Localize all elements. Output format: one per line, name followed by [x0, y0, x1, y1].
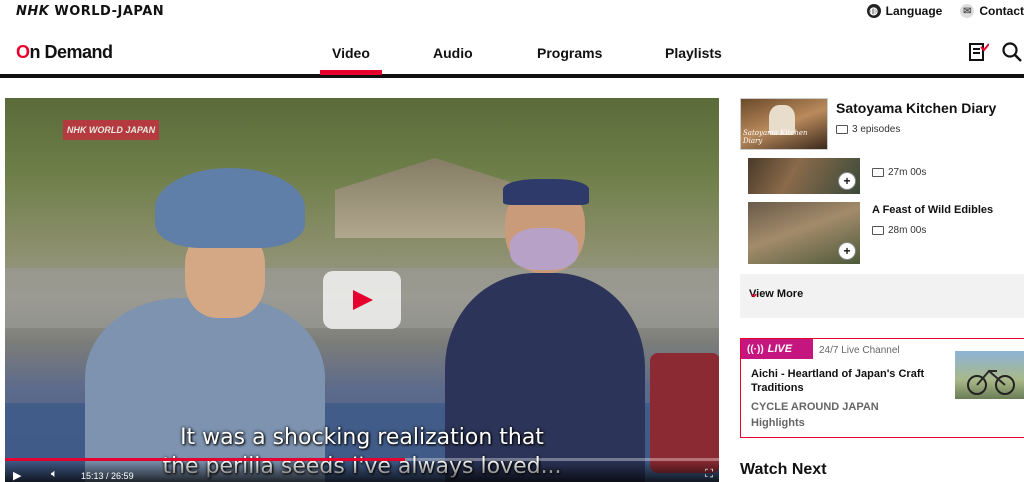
subtitle-line-1: It was a shocking realization that: [180, 425, 544, 450]
time-current: 15:13: [81, 471, 104, 481]
nav-icons: [966, 40, 1024, 64]
chevron-down-icon: ⌄: [749, 286, 760, 300]
top-links: ◍ Language ✉ Contact: [866, 4, 1024, 18]
brand-nhk: NHK: [16, 4, 50, 19]
language-label: Language: [885, 4, 943, 18]
play-icon: [353, 290, 373, 310]
contact-label: Contact: [979, 4, 1024, 18]
time-display: 15:13 / 26:59: [81, 471, 134, 481]
live-program-title: Aichi - Heartland of Japan's Craft Tradi…: [751, 368, 925, 394]
episode-2-thumbnail[interactable]: +: [748, 202, 860, 264]
series-thumbnail[interactable]: Satoyama Kitchen Diary: [740, 98, 828, 150]
view-more-button[interactable]: View More ⌄: [740, 274, 1024, 318]
time-total: 26:59: [111, 471, 134, 481]
tab-playlists[interactable]: Playlists: [665, 45, 722, 61]
episode-1-duration-text: 27m 00s: [888, 167, 927, 178]
fullscreen-icon[interactable]: ⛶: [705, 468, 713, 481]
logo-text: n Demand: [29, 42, 114, 62]
nhk-world-japan-logo[interactable]: NHK WORLD-JAPAN: [16, 4, 164, 19]
video-player[interactable]: NHK WORLD JAPAN It was a shocking realiz…: [5, 98, 719, 482]
logo-o: O: [16, 42, 30, 62]
search-icon[interactable]: [1000, 40, 1024, 64]
on-demand-logo[interactable]: On Demand: [16, 42, 113, 63]
series-thumb-caption: Satoyama Kitchen Diary: [743, 129, 808, 145]
live-channel-name: 24/7 Live Channel: [819, 345, 900, 356]
playlist-check-icon[interactable]: [966, 40, 990, 64]
tab-programs[interactable]: Programs: [537, 45, 602, 61]
top-bar: NHK WORLD-JAPAN ◍ Language ✉ Contact: [0, 0, 1024, 24]
tab-video[interactable]: Video: [320, 45, 382, 75]
episode-2-duration-text: 28m 00s: [888, 225, 927, 236]
episode-1-duration: 27m 00s: [872, 167, 926, 178]
volume-icon[interactable]: 🔈︎: [51, 468, 58, 481]
live-badge-label: LIVE: [767, 343, 793, 355]
watch-next-heading: Watch Next: [740, 461, 827, 478]
live-series-subtitle: Highlights: [751, 417, 805, 429]
video-camera-icon: [836, 125, 848, 134]
series-episode-count: 3 episodes: [836, 124, 900, 135]
episode-1-thumbnail[interactable]: +: [748, 158, 860, 194]
video-camera-icon: [872, 168, 884, 177]
video-camera-icon: [872, 226, 884, 235]
episode-2-title[interactable]: A Feast of Wild Edibles: [872, 204, 993, 216]
play-small-icon[interactable]: ▶: [13, 469, 21, 482]
live-program-series: CYCLE AROUND JAPAN Highlights: [751, 399, 879, 431]
brand-world-japan: WORLD-JAPAN: [54, 4, 165, 19]
globe-icon: ◍: [866, 4, 881, 18]
live-series-name: CYCLE AROUND JAPAN: [751, 401, 879, 413]
broadcast-icon: ((·)): [747, 343, 764, 355]
live-badge: ((·)) LIVE: [741, 339, 813, 359]
play-button[interactable]: [323, 271, 401, 329]
tab-audio[interactable]: Audio: [433, 45, 473, 61]
player-controls: ▶ 🔈︎ 15:13 / 26:59 ⛶: [5, 460, 719, 482]
live-thumbnail: [955, 351, 1024, 399]
episodes-count-label: 3 episodes: [852, 124, 901, 135]
live-channel-card[interactable]: ((·)) LIVE 24/7 Live Channel Aichi - Hea…: [740, 338, 1024, 438]
series-title[interactable]: Satoyama Kitchen Diary: [836, 100, 996, 116]
episode-2-duration: 28m 00s: [872, 225, 926, 236]
contact-link[interactable]: ✉ Contact: [960, 4, 1024, 18]
add-to-playlist-icon[interactable]: +: [838, 172, 856, 190]
channel-watermark: NHK WORLD JAPAN: [63, 120, 159, 140]
mail-icon: ✉: [960, 4, 975, 18]
language-link[interactable]: ◍ Language: [866, 4, 943, 18]
main-nav: On Demand Video Audio Programs Playlists: [0, 30, 1024, 78]
bicycle-image: [967, 369, 1015, 395]
add-to-playlist-icon[interactable]: +: [838, 242, 856, 260]
